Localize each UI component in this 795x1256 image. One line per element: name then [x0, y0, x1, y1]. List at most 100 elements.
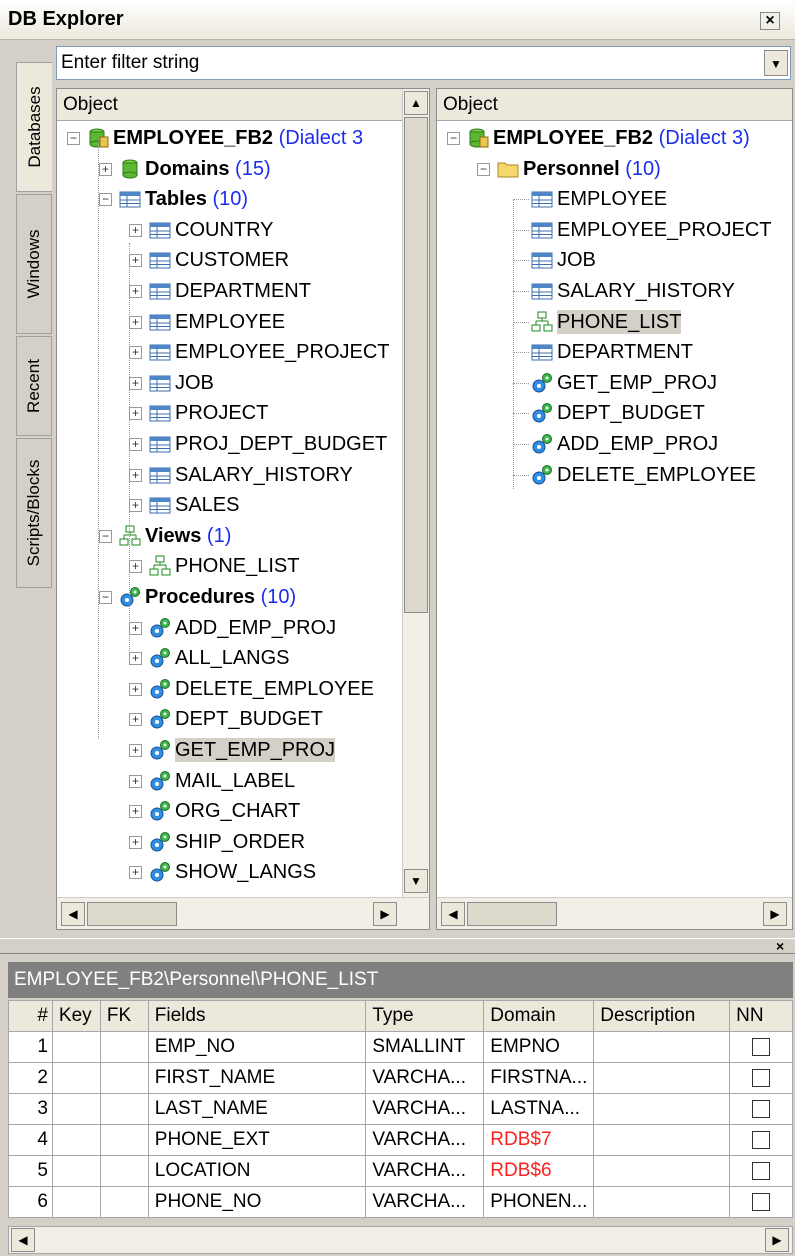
table-row[interactable]: 3 LAST_NAME VARCHA... LASTNA...: [8, 1093, 793, 1125]
tree-item-procedure[interactable]: + ALL_LANGS: [57, 643, 429, 673]
not-null-checkbox[interactable]: [752, 1099, 771, 1118]
collapse-icon[interactable]: −: [99, 193, 112, 207]
tree-item-object[interactable]: DEPT_BUDGET: [437, 398, 792, 428]
expand-icon[interactable]: +: [129, 346, 142, 360]
expand-icon[interactable]: +: [129, 499, 142, 513]
tree-node-folder-personnel[interactable]: − Personnel (10): [437, 154, 792, 184]
scroll-up-icon[interactable]: ▲: [404, 91, 428, 115]
collapse-icon[interactable]: −: [67, 132, 80, 145]
right-object-tree[interactable]: Object − EMPLOYEE_FB2 (Dialect 3) − Personn…: [436, 88, 793, 930]
right-column-header[interactable]: Object: [437, 89, 792, 121]
left-object-tree[interactable]: Object − EMPLOYEE_FB2 (Dialect 3 + Domains …: [56, 88, 430, 930]
tree-node-database[interactable]: − EMPLOYEE_FB2 (Dialect 3: [57, 123, 429, 153]
domain-cell[interactable]: EMPNO: [483, 1031, 595, 1063]
nn-cell[interactable]: [729, 1186, 793, 1218]
tree-item-procedure[interactable]: + ADD_EMP_PROJ: [57, 613, 429, 643]
tree-node-tables[interactable]: − Tables (10): [57, 184, 429, 214]
tree-item-table[interactable]: + CUSTOMER: [57, 245, 429, 275]
nn-cell[interactable]: [729, 1062, 793, 1094]
tree-item-table[interactable]: + JOB: [57, 368, 429, 398]
close-icon[interactable]: ×: [776, 938, 784, 954]
not-null-checkbox[interactable]: [752, 1161, 771, 1180]
close-icon[interactable]: ×: [760, 12, 780, 30]
description-cell[interactable]: [593, 1031, 731, 1063]
domain-cell[interactable]: PHONEN...: [483, 1186, 595, 1218]
col-number[interactable]: #: [8, 1000, 53, 1032]
tree-node-domains[interactable]: + Domains (15): [57, 154, 429, 184]
collapse-icon[interactable]: −: [99, 591, 112, 604]
grid-horizontal-scrollbar[interactable]: ◀ ▶: [8, 1226, 793, 1254]
not-null-checkbox[interactable]: [752, 1068, 771, 1087]
key-cell[interactable]: [51, 1093, 101, 1125]
field-name-cell[interactable]: FIRST_NAME: [147, 1062, 367, 1094]
nn-cell[interactable]: [729, 1155, 793, 1187]
col-type[interactable]: Type: [365, 1000, 485, 1032]
collapse-icon[interactable]: −: [99, 529, 112, 543]
expand-icon[interactable]: +: [129, 376, 142, 390]
fk-cell[interactable]: [99, 1155, 149, 1187]
tree-item-table[interactable]: + PROJECT: [57, 398, 429, 428]
tab-scripts-blocks[interactable]: Scripts/Blocks: [16, 438, 52, 588]
description-cell[interactable]: [593, 1186, 731, 1218]
scroll-down-icon[interactable]: ▼: [404, 869, 428, 893]
table-row[interactable]: 1 EMP_NO SMALLINT EMPNO: [8, 1031, 793, 1063]
type-cell[interactable]: VARCHA...: [365, 1062, 485, 1094]
type-cell[interactable]: SMALLINT: [365, 1031, 485, 1063]
key-cell[interactable]: [51, 1155, 101, 1187]
tab-windows[interactable]: Windows: [16, 194, 52, 334]
tree-node-database[interactable]: − EMPLOYEE_FB2 (Dialect 3): [437, 123, 792, 153]
description-cell[interactable]: [593, 1124, 731, 1156]
tree-item-table[interactable]: + EMPLOYEE: [57, 307, 429, 337]
scroll-left-icon[interactable]: ◀: [61, 902, 85, 926]
scroll-right-icon[interactable]: ▶: [763, 902, 787, 926]
description-cell[interactable]: [593, 1155, 731, 1187]
collapse-icon[interactable]: −: [477, 162, 490, 176]
tree-item-object[interactable]: ADD_EMP_PROJ: [437, 429, 792, 459]
tree-item-object[interactable]: DELETE_EMPLOYEE: [437, 460, 792, 490]
not-null-checkbox[interactable]: [752, 1130, 771, 1149]
nn-cell[interactable]: [729, 1093, 793, 1125]
tree-node-views[interactable]: − Views (1): [57, 521, 429, 551]
tree-item-object[interactable]: DEPARTMENT: [437, 337, 792, 367]
scroll-right-icon[interactable]: ▶: [373, 902, 397, 926]
domain-cell[interactable]: LASTNA...: [483, 1093, 595, 1125]
key-cell[interactable]: [51, 1062, 101, 1094]
tree-item-table[interactable]: + SALARY_HISTORY: [57, 460, 429, 490]
expand-icon[interactable]: +: [129, 682, 142, 696]
expand-icon[interactable]: +: [129, 560, 142, 574]
expand-icon[interactable]: +: [129, 713, 142, 727]
tree-item-procedure[interactable]: + SHIP_ORDER: [57, 827, 429, 857]
tree-item-object[interactable]: SALARY_HISTORY: [437, 276, 792, 306]
tree-item-procedure[interactable]: + MAIL_LABEL: [57, 766, 429, 796]
tree-node-procedures[interactable]: − Procedures (10): [57, 582, 429, 612]
scroll-left-icon[interactable]: ◀: [11, 1228, 35, 1252]
expand-icon[interactable]: +: [129, 223, 142, 237]
tree-item-table[interactable]: + PROJ_DEPT_BUDGET: [57, 429, 429, 459]
expand-icon[interactable]: +: [129, 805, 142, 819]
fk-cell[interactable]: [99, 1124, 149, 1156]
left-horizontal-scrollbar[interactable]: ◀ ▶: [57, 897, 429, 929]
tree-item-procedure[interactable]: + DELETE_EMPLOYEE: [57, 674, 429, 704]
fk-cell[interactable]: [99, 1031, 149, 1063]
table-row[interactable]: 2 FIRST_NAME VARCHA... FIRSTNA...: [8, 1062, 793, 1094]
tree-item-object[interactable]: JOB: [437, 245, 792, 275]
tree-item-procedure[interactable]: + ORG_CHART: [57, 796, 429, 826]
tab-databases[interactable]: Databases: [16, 62, 52, 192]
tree-item-table[interactable]: + DEPARTMENT: [57, 276, 429, 306]
field-name-cell[interactable]: LAST_NAME: [147, 1093, 367, 1125]
type-cell[interactable]: VARCHA...: [365, 1186, 485, 1218]
chevron-down-icon[interactable]: ▼: [764, 50, 788, 76]
tab-recent[interactable]: Recent: [16, 336, 52, 436]
not-null-checkbox[interactable]: [752, 1037, 771, 1056]
not-null-checkbox[interactable]: [752, 1192, 771, 1211]
fk-cell[interactable]: [99, 1186, 149, 1218]
field-name-cell[interactable]: PHONE_EXT: [147, 1124, 367, 1156]
table-row[interactable]: 4 PHONE_EXT VARCHA... RDB$7: [8, 1124, 793, 1156]
key-cell[interactable]: [51, 1031, 101, 1063]
fk-cell[interactable]: [99, 1062, 149, 1094]
description-cell[interactable]: [593, 1062, 731, 1094]
expand-icon[interactable]: +: [129, 744, 142, 757]
description-cell[interactable]: [593, 1093, 731, 1125]
type-cell[interactable]: VARCHA...: [365, 1155, 485, 1187]
field-name-cell[interactable]: EMP_NO: [147, 1031, 367, 1063]
